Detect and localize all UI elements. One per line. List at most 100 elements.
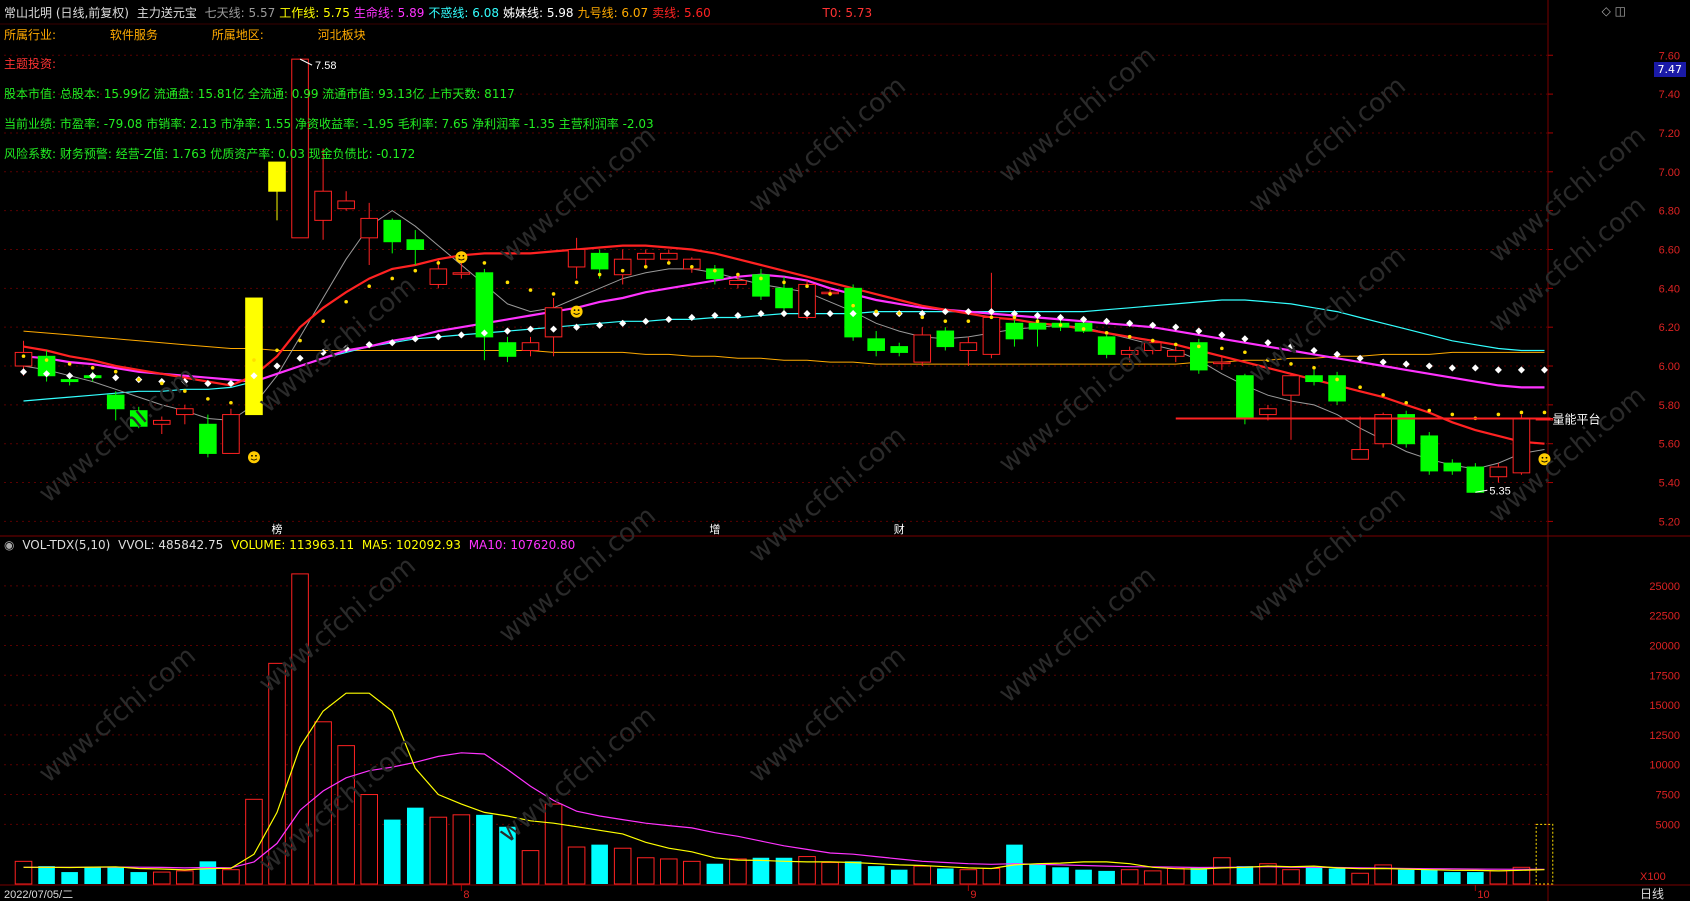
candle-body [936,330,955,348]
volume-bar [245,798,263,885]
candle-body [1120,349,1139,355]
white-signal-dot [296,354,304,362]
yellow-signal-dot [67,362,72,366]
volume-tick-label: 12500 [1649,730,1680,742]
yellow-signal-dot [344,299,348,304]
white-signal-dot [66,372,74,380]
yellow-signal-dot [782,280,786,285]
yellow-signal-dot [321,319,325,323]
candlestick [1005,319,1024,347]
candlestick [222,408,240,454]
volume-bar [499,826,516,884]
white-signal-dot [112,374,120,382]
candlestick [567,237,586,279]
x-axis-month-label: 8 [463,889,469,901]
event-marker: 增 [709,522,720,536]
white-signal-dot [826,310,834,318]
volume-bar [659,858,678,885]
industry-label: 所属行业: [4,28,57,42]
price-tick-label: 5.20 [1659,516,1680,528]
header-line-value-5: 九号线: 6.07 [577,6,649,20]
price-tick-label: 6.40 [1659,283,1680,295]
yellow-signal-dot [1150,338,1155,343]
candle-body [429,268,448,285]
yellow-signal-dot [1220,346,1224,351]
candlestick [1305,369,1323,386]
yellow-signal-dot [574,280,579,285]
yellow-signal-dot [1496,412,1501,417]
candle-body [890,346,909,353]
candlestick [406,230,425,266]
yellow-signal-dot [989,315,994,320]
candlestick [636,249,655,266]
chart-canvas: 7.60 7.40 7.20 7.00 6.80 6.60 6.40 6.20 6.00 5.80… [0,0,1690,901]
collapse-icon[interactable]: ◉ [4,538,14,552]
diamond-icon[interactable]: ◇ [1602,4,1611,18]
price-tick-label: 6.80 [1659,206,1680,218]
yellow-signal-dot [44,358,49,362]
volume-tick-label: 10000 [1649,760,1680,772]
white-signal-dot [526,325,535,333]
candle-body [1005,322,1024,340]
yellow-signal-dot [136,377,141,382]
indicator-name[interactable]: 主力送元宝 [137,6,197,20]
candlestick [890,342,909,357]
candle-body [1420,435,1439,472]
candlestick [245,297,263,416]
yellow-signal-dot [229,400,233,405]
volume-bar [937,868,954,884]
candlestick [1282,373,1300,440]
candle-body [268,161,286,192]
volume-tick-label: 7500 [1656,790,1680,802]
volume-bar [291,573,309,885]
volume-tick-label: 17500 [1649,670,1680,682]
volume-bar [152,871,171,885]
chart-header: 常山北明 (日线,前复权) 主力送元宝 七天线: 5.57 工作线: 5.75 生命… [4,4,876,21]
candle-body [383,219,402,243]
yellow-signal-dot [1035,319,1040,323]
candle-body [959,342,978,351]
candle-body [867,338,885,351]
candlestick [1120,346,1139,363]
candle-body [1512,417,1531,474]
candle-body [590,252,609,270]
header-line-value-6: 卖线: 5.60 [652,6,711,20]
volume-bar [1535,823,1554,885]
volume-bar [982,867,1001,885]
yellow-signal-dot [1542,410,1547,415]
volume-bar [752,857,770,884]
candlestick [936,327,955,351]
candlestick [659,249,678,264]
smiley-eye [458,254,461,257]
smiley-face [247,451,260,464]
volume-bar [61,872,78,884]
volume-bar [476,814,493,884]
candle-body [1028,322,1047,330]
candle-body [60,379,79,383]
yellow-signal-dot [943,319,948,323]
candle-body [567,248,586,268]
volume-bar [544,803,563,885]
chart-annotations: 7.58 5.35 量能平台榜 增 财 2022/07/05/二 8 9 10 X100 日线 [4,58,1666,901]
yellow-signal-dot [920,315,925,320]
volume-bar [1328,868,1346,884]
volume-bars[interactable] [14,573,1554,885]
volume-bar [706,863,724,884]
smiley-icon [1538,453,1551,466]
yellow-signal-dot [482,261,487,265]
current-price-tag: 7.47 [1653,62,1686,77]
candle-body [1282,375,1300,396]
volume-indicator-name[interactable]: VOL-TDX(5,10) [22,538,110,552]
smiley-eye [251,454,253,457]
stock-title[interactable]: 常山北明 (日线,前复权) [4,6,129,20]
window-controls[interactable]: ◇ ◫ [1602,4,1626,18]
candle-body [245,297,263,416]
white-signal-dot [434,333,442,341]
theme-row: 主题投资: [4,57,57,71]
restore-icon[interactable]: ◫ [1615,4,1626,18]
volume-bar [821,862,839,885]
volume-bar [107,867,124,884]
smiley-eye [462,254,465,257]
candle-body [199,423,217,454]
smiley-icon [455,251,468,264]
